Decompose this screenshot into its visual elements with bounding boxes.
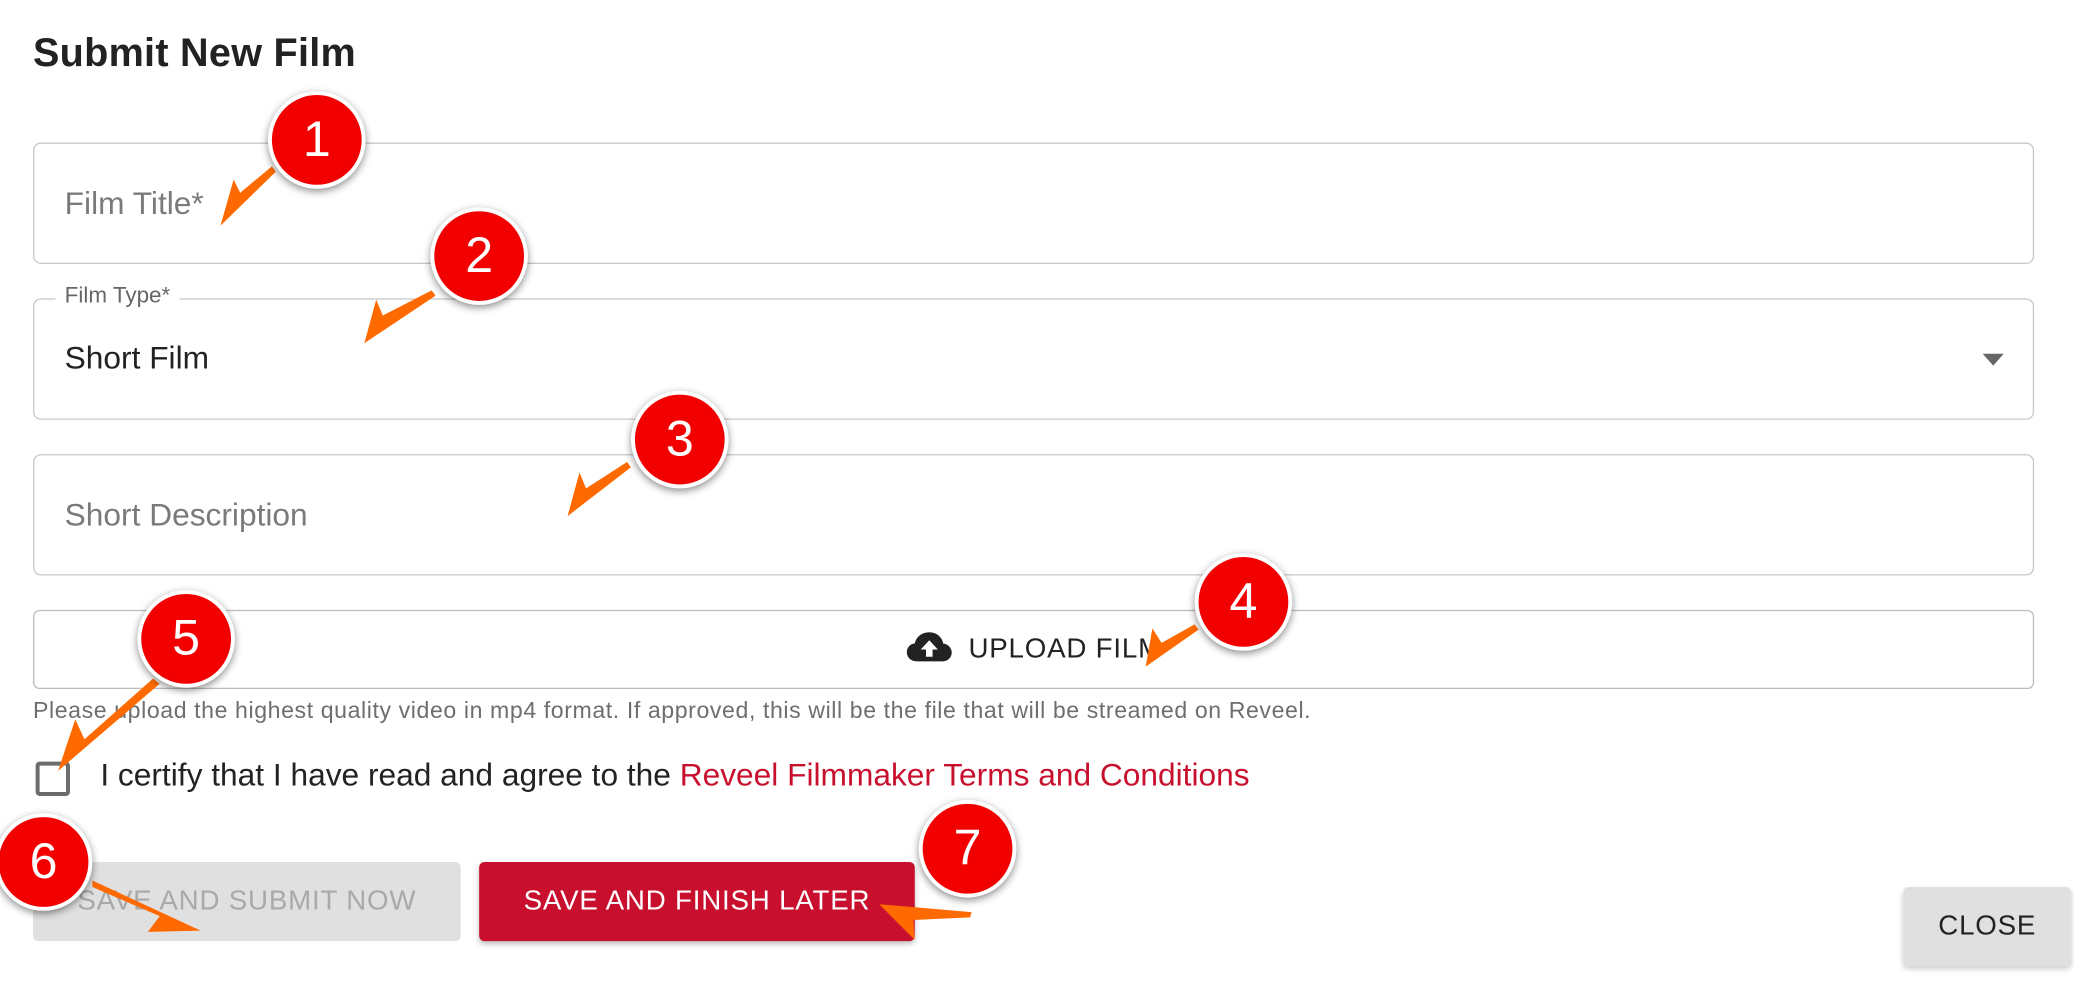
terms-checkbox[interactable] [35,761,70,796]
upload-film-label: UPLOAD FILM [968,633,1163,664]
terms-link[interactable]: Reveel Filmmaker Terms and Conditions [680,758,1250,794]
upload-helper-text: Please upload the highest quality video … [33,696,1312,724]
page-title: Submit New Film [33,31,356,76]
save-and-submit-now-button[interactable]: SAVE AND SUBMIT NOW [33,861,461,942]
annotation-badge-2: 2 [430,207,528,305]
dropdown-caret-icon[interactable] [1982,353,2004,366]
certify-statement: I certify that I have read and agree to … [100,758,1249,795]
short-description-field[interactable]: Short Description [33,454,2035,576]
annotation-badge-3: 3 [630,390,729,489]
save-and-finish-later-button[interactable]: SAVE AND FINISH LATER [479,861,915,942]
film-title-placeholder: Film Title* [64,186,204,222]
film-type-value: Short Film [64,340,210,377]
annotation-badge-1: 1 [267,91,366,189]
close-button[interactable]: CLOSE [1903,887,2072,967]
annotation-badge-4: 4 [1194,553,1293,651]
short-description-placeholder: Short Description [64,497,308,534]
submit-film-dialog: Submit New Film Film Title* Film Type* S… [0,0,2074,990]
annotation-badge-5: 5 [137,590,235,688]
annotation-badge-7: 7 [918,799,1017,898]
film-type-label: Film Type* [55,282,180,309]
film-type-select[interactable]: Film Type* Short Film [33,282,2035,420]
upload-film-button[interactable]: UPLOAD FILM [33,609,2035,690]
certify-text: I certify that I have read and agree to … [100,757,680,794]
cloud-upload-icon [905,630,953,668]
